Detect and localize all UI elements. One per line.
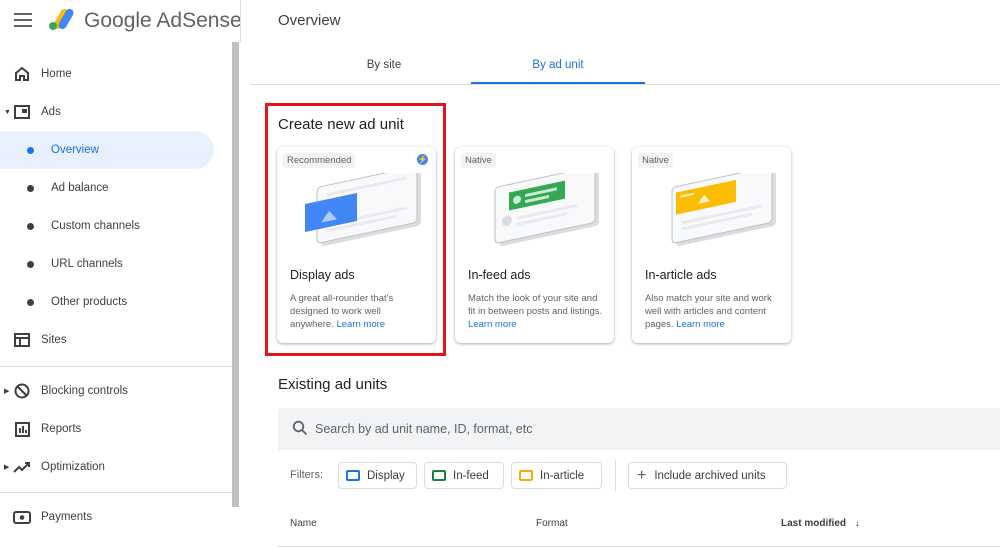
sidebar-item-optimization[interactable]: ▶ Optimization [0, 448, 214, 486]
sidebar-item-label: Overview [51, 144, 99, 156]
sidebar-scrollbar[interactable] [232, 42, 239, 507]
divider [0, 492, 232, 493]
divider [615, 460, 616, 491]
learn-more-link[interactable]: Learn more [468, 319, 517, 330]
arrow-down-icon: ↓ [854, 518, 860, 529]
tab-by-site[interactable]: By site [297, 46, 471, 84]
in-article-ad-illustration [671, 173, 776, 246]
search-icon [292, 420, 308, 436]
sidebar-item-label: Optimization [41, 461, 105, 473]
in-feed-ads-card[interactable]: Native In-feed ads Match the look of you… [455, 147, 614, 343]
card-description: Also match your site and work well with … [645, 293, 772, 330]
tab-by-ad-unit[interactable]: By ad unit [471, 46, 645, 84]
sidebar-item-payments[interactable]: Payments [0, 498, 214, 536]
filter-chip-in-article[interactable]: In-article [511, 462, 602, 489]
filter-chip-display[interactable]: Display [338, 462, 417, 489]
adsense-logo [49, 8, 74, 30]
bullet-icon [27, 146, 34, 154]
brand-name: Google AdSense [84, 9, 242, 32]
card-title: In-feed ads [468, 268, 531, 282]
in-article-format-icon [519, 470, 533, 481]
learn-more-link[interactable]: Learn more [676, 319, 725, 330]
bullet-icon [27, 222, 34, 230]
bullet-icon [27, 260, 34, 268]
sidebar-item-url-channels[interactable]: URL channels [0, 245, 214, 283]
section-title: Existing ad units [278, 376, 388, 393]
caret-right-icon: ▶ [4, 388, 10, 395]
bullet-icon [27, 184, 34, 192]
sidebar-item-label: Blocking controls [41, 385, 128, 397]
chip-label: Display [367, 469, 405, 482]
sidebar-item-ads[interactable]: ▼ Ads [0, 93, 214, 131]
trending-up-icon [13, 458, 31, 476]
plus-icon: + [637, 466, 647, 484]
caret-right-icon: ▶ [4, 464, 10, 471]
hamburger-menu-icon[interactable] [14, 13, 32, 27]
column-header-last-modified[interactable]: Last modified ↓ [781, 518, 860, 529]
sidebar-item-label: URL channels [51, 258, 123, 270]
column-header-label: Last modified [781, 518, 847, 529]
sidebar-item-ad-balance[interactable]: Ad balance [0, 169, 214, 207]
in-article-ads-card[interactable]: Native In-article ads Also match your si… [632, 147, 791, 343]
sidebar-item-sites[interactable]: Sites [0, 321, 214, 359]
block-icon [13, 382, 31, 400]
sidebar-item-label: Home [41, 68, 72, 80]
column-header-format[interactable]: Format [536, 518, 568, 529]
filters-label: Filters: [290, 469, 323, 481]
search-input[interactable] [315, 419, 815, 439]
sidebar-item-label: Payments [41, 511, 93, 523]
in-feed-format-icon [432, 470, 446, 481]
highlight-annotation-box [265, 103, 446, 356]
sidebar-item-other-products[interactable]: Other products [0, 283, 214, 321]
chip-label: In-article [540, 469, 585, 482]
display-format-icon [346, 470, 360, 481]
column-header-name[interactable]: Name [290, 518, 317, 529]
divider [240, 0, 241, 42]
sidebar-item-label: Ads [41, 106, 61, 118]
sidebar-item-label: Custom channels [51, 220, 140, 232]
include-archived-button[interactable]: + Include archived units [628, 462, 787, 489]
sidebar-item-label: Sites [41, 334, 67, 346]
divider [0, 366, 232, 367]
ads-icon [13, 103, 31, 121]
sidebar-item-home[interactable]: Home [0, 55, 214, 93]
reports-icon [13, 420, 31, 438]
filter-chip-in-feed[interactable]: In-feed [424, 462, 504, 489]
sidebar-item-blocking-controls[interactable]: ▶ Blocking controls [0, 372, 214, 410]
sidebar-item-label: Ad balance [51, 182, 109, 194]
chip-label: Include archived units [654, 469, 766, 482]
card-title: In-article ads [645, 268, 717, 282]
home-icon [13, 65, 31, 83]
tabs-divider [250, 84, 1000, 85]
caret-down-icon: ▼ [4, 108, 11, 116]
sidebar-item-overview[interactable]: Overview [0, 131, 214, 169]
top-app-bar: Google AdSense Overview [0, 0, 1000, 42]
card-description: Match the look of your site and fit in b… [468, 293, 603, 330]
native-chip: Native [461, 153, 496, 168]
sidebar-item-reports[interactable]: Reports [0, 410, 214, 448]
sidebar-item-label: Reports [41, 423, 82, 435]
payments-icon [13, 508, 31, 526]
sidebar-item-custom-channels[interactable]: Custom channels [0, 207, 214, 245]
sidebar-item-label: Other products [51, 296, 128, 308]
in-feed-ad-illustration [494, 173, 599, 246]
search-bar [278, 408, 1000, 450]
chip-label: In-feed [453, 469, 489, 482]
native-chip: Native [638, 153, 673, 168]
sites-icon [13, 331, 31, 349]
bullet-icon [27, 298, 34, 306]
page-title: Overview [278, 12, 341, 29]
